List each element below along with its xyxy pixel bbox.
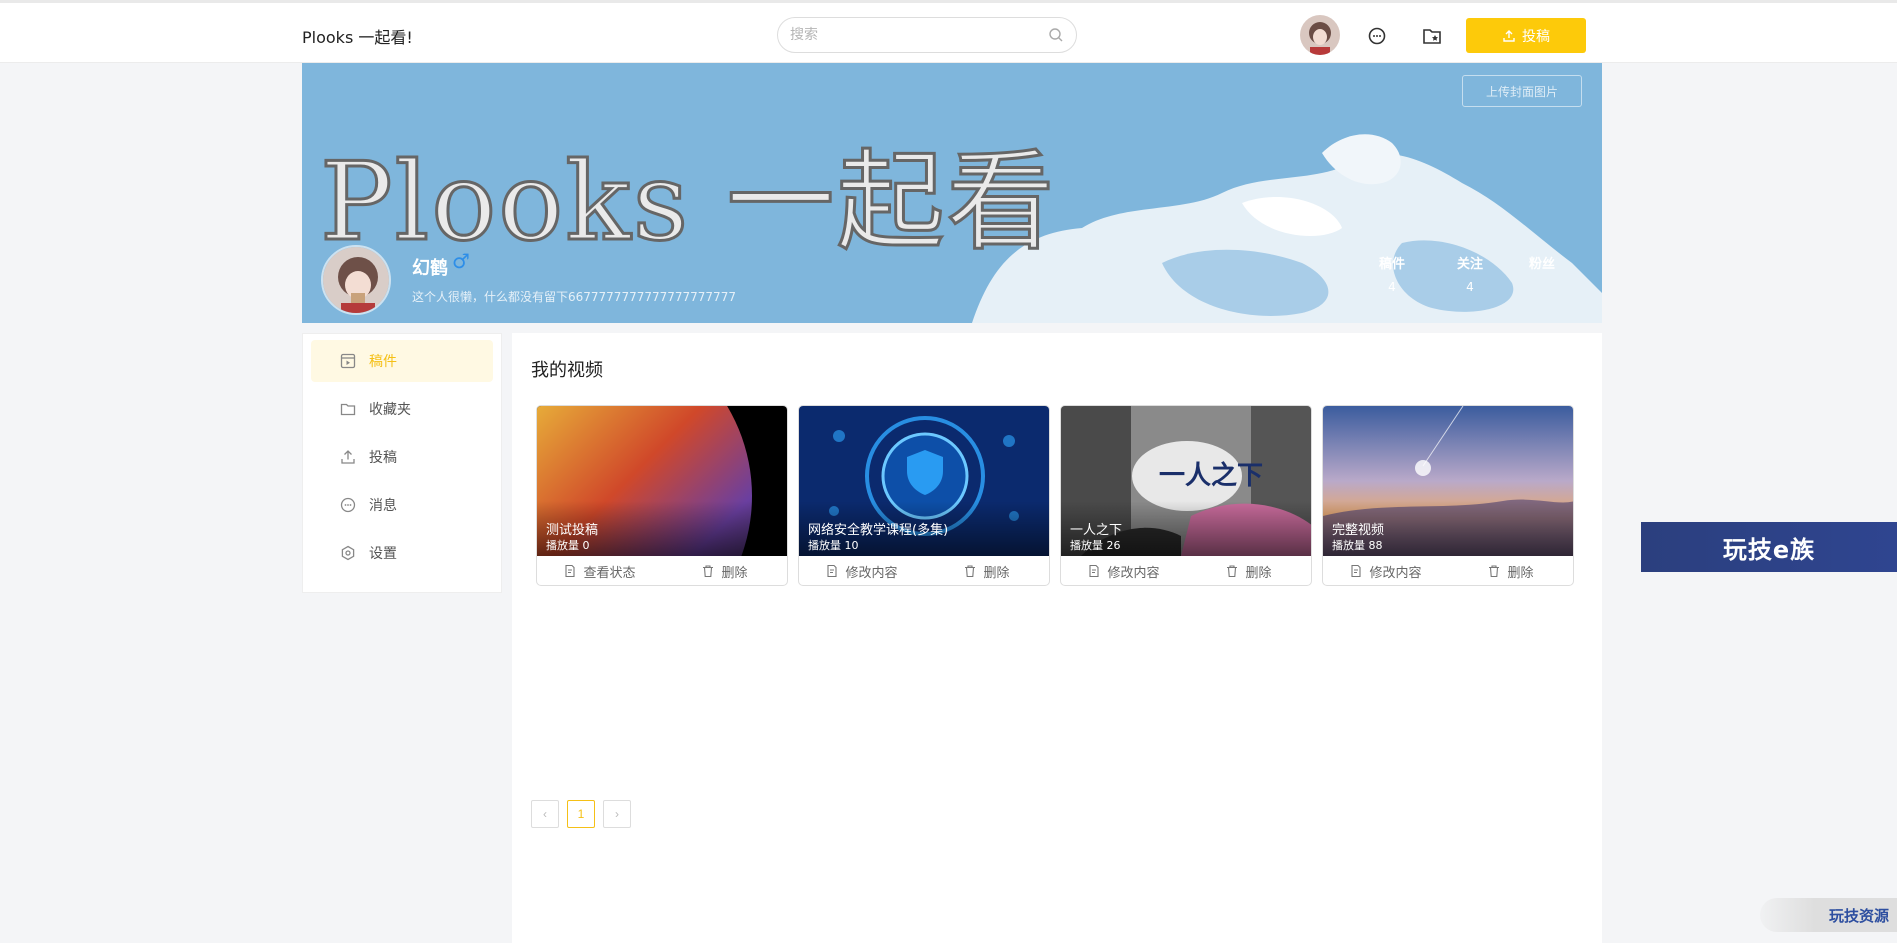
video-play-count: 播放量 26 bbox=[1070, 539, 1121, 552]
card-actions: 修改内容 删除 bbox=[1061, 556, 1311, 585]
top-header: Plooks 一起看! 投稿 bbox=[0, 0, 1897, 63]
video-card[interactable]: 测试投稿 播放量 0 查看状态 删除 bbox=[536, 405, 788, 586]
edit-doc-icon bbox=[565, 564, 576, 578]
card-actions: 修改内容 删除 bbox=[1323, 556, 1573, 585]
svg-text:一人之下: 一人之下 bbox=[1159, 460, 1263, 491]
stat-value: 4 bbox=[1466, 280, 1474, 294]
sidebar-item-settings[interactable]: 设置 bbox=[311, 532, 493, 574]
edit-doc-icon bbox=[1351, 564, 1362, 578]
profile-signature: 这个人很懒，什么都没有留下6677777777777777777777 bbox=[412, 290, 736, 304]
prev-page-button[interactable]: ‹ bbox=[531, 800, 559, 828]
card-actions: 修改内容 删除 bbox=[799, 556, 1049, 585]
pagination: ‹ 1 › bbox=[531, 800, 631, 828]
delete-button[interactable]: 删除 bbox=[1448, 562, 1573, 581]
folder-icon bbox=[340, 403, 356, 416]
sidebar-item-label: 收藏夹 bbox=[369, 402, 411, 418]
card-actions: 查看状态 删除 bbox=[537, 556, 787, 585]
upload-icon bbox=[1503, 29, 1515, 42]
video-play-count: 播放量 10 bbox=[808, 539, 859, 552]
action-label: 修改内容 bbox=[1369, 565, 1422, 581]
sidebar-item-posts[interactable]: 稿件 bbox=[311, 340, 493, 382]
edit-doc-icon bbox=[827, 564, 838, 578]
trash-icon bbox=[1489, 565, 1500, 578]
profile-banner: Plooks 一起看 上传封面图片 幻鹤 ♂ 这个人很懒，什么都没有留下6677… bbox=[302, 63, 1602, 323]
watermark-corner: 玩技资源 bbox=[1760, 898, 1897, 932]
message-icon[interactable] bbox=[1366, 25, 1388, 47]
search-input[interactable] bbox=[790, 18, 1040, 52]
delete-button[interactable]: 删除 bbox=[924, 562, 1049, 581]
video-grid: 测试投稿 播放量 0 查看状态 删除 网络安全教学课程(多集) 播放量 10 修… bbox=[536, 405, 1574, 586]
video-card[interactable]: 一人之下 一人之下 播放量 26 修改内容 删除 bbox=[1060, 405, 1312, 586]
action-label: 删除 bbox=[721, 565, 748, 581]
favorites-folder-icon[interactable] bbox=[1421, 25, 1443, 47]
stat-label: 稿件 bbox=[1378, 257, 1405, 272]
stat-label: 关注 bbox=[1456, 257, 1483, 272]
edit-doc-icon bbox=[1089, 564, 1100, 578]
profile-avatar[interactable] bbox=[321, 245, 391, 315]
action-label: 修改内容 bbox=[1107, 565, 1160, 581]
edit-content-button[interactable]: 修改内容 bbox=[1061, 562, 1186, 581]
video-thumbnail[interactable]: 完整视频 播放量 88 bbox=[1323, 406, 1573, 556]
stat-label: 粉丝 bbox=[1528, 257, 1555, 272]
profile-username: 幻鹤 bbox=[412, 258, 448, 279]
upload-cover-button[interactable]: 上传封面图片 bbox=[1462, 75, 1582, 107]
stat-value: 4 bbox=[1388, 280, 1396, 294]
video-thumbnail[interactable]: 测试投稿 播放量 0 bbox=[537, 406, 787, 556]
sidebar-item-label: 投稿 bbox=[369, 450, 397, 466]
edit-content-button[interactable]: 修改内容 bbox=[799, 562, 924, 581]
header-avatar[interactable] bbox=[1300, 15, 1340, 55]
page-1-button[interactable]: 1 bbox=[567, 800, 595, 828]
video-thumbnail[interactable]: 一人之下 一人之下 播放量 26 bbox=[1061, 406, 1311, 556]
trash-icon bbox=[703, 565, 714, 578]
trash-icon bbox=[1227, 565, 1238, 578]
sidebar-item-messages[interactable]: 消息 bbox=[311, 484, 493, 526]
banner-title: Plooks 一起看 bbox=[318, 139, 1057, 267]
edit-content-button[interactable]: 修改内容 bbox=[1323, 562, 1448, 581]
brand-logo[interactable]: Plooks 一起看! bbox=[302, 24, 413, 48]
section-title: 我的视频 bbox=[531, 360, 603, 381]
message-icon bbox=[340, 497, 356, 513]
upload-button[interactable]: 投稿 bbox=[1466, 18, 1586, 53]
main-content: 我的视频 测试投稿 播放量 0 查看状态 删除 网络安全教学课程(多集) 播放量… bbox=[512, 333, 1602, 943]
video-file-icon bbox=[340, 353, 356, 369]
video-title: 网络安全教学课程(多集) bbox=[808, 523, 949, 538]
next-page-button[interactable]: › bbox=[603, 800, 631, 828]
video-title: 完整视频 bbox=[1332, 523, 1385, 538]
video-card[interactable]: 网络安全教学课程(多集) 播放量 10 修改内容 删除 bbox=[798, 405, 1050, 586]
settings-icon bbox=[341, 545, 355, 561]
action-label: 删除 bbox=[983, 565, 1010, 581]
sidebar-item-label: 稿件 bbox=[369, 354, 397, 370]
video-title: 测试投稿 bbox=[546, 523, 599, 538]
delete-button[interactable]: 删除 bbox=[662, 562, 787, 581]
upload-icon bbox=[341, 450, 355, 464]
action-label: 删除 bbox=[1245, 565, 1272, 581]
action-label: 查看状态 bbox=[583, 565, 636, 581]
gender-male-icon: ♂ bbox=[452, 249, 470, 273]
stat-following[interactable]: 关注 4 bbox=[1440, 253, 1500, 294]
video-thumbnail[interactable]: 网络安全教学课程(多集) 播放量 10 bbox=[799, 406, 1049, 556]
sidebar-item-favorites[interactable]: 收藏夹 bbox=[311, 388, 493, 430]
sidebar-item-upload[interactable]: 投稿 bbox=[311, 436, 493, 478]
video-card[interactable]: 完整视频 播放量 88 修改内容 删除 bbox=[1322, 405, 1574, 586]
view-status-button[interactable]: 查看状态 bbox=[537, 562, 662, 581]
watermark-banner: 玩技e族 bbox=[1641, 522, 1897, 572]
delete-button[interactable]: 删除 bbox=[1186, 562, 1311, 581]
sidebar-menu: 稿件 收藏夹 投稿 消息 设置 bbox=[302, 333, 502, 593]
video-play-count: 播放量 0 bbox=[546, 539, 590, 552]
upload-label: 投稿 bbox=[1522, 28, 1550, 45]
sidebar-item-label: 设置 bbox=[369, 546, 397, 562]
action-label: 删除 bbox=[1507, 565, 1534, 581]
trash-icon bbox=[965, 565, 976, 578]
search-box[interactable] bbox=[777, 17, 1077, 53]
stat-followers[interactable]: 粉丝 bbox=[1512, 253, 1572, 280]
search-icon[interactable] bbox=[1048, 27, 1064, 43]
stat-posts[interactable]: 稿件 4 bbox=[1362, 253, 1422, 294]
video-play-count: 播放量 88 bbox=[1332, 539, 1383, 552]
action-label: 修改内容 bbox=[845, 565, 898, 581]
sidebar-item-label: 消息 bbox=[369, 498, 397, 514]
video-title: 一人之下 bbox=[1070, 523, 1123, 538]
